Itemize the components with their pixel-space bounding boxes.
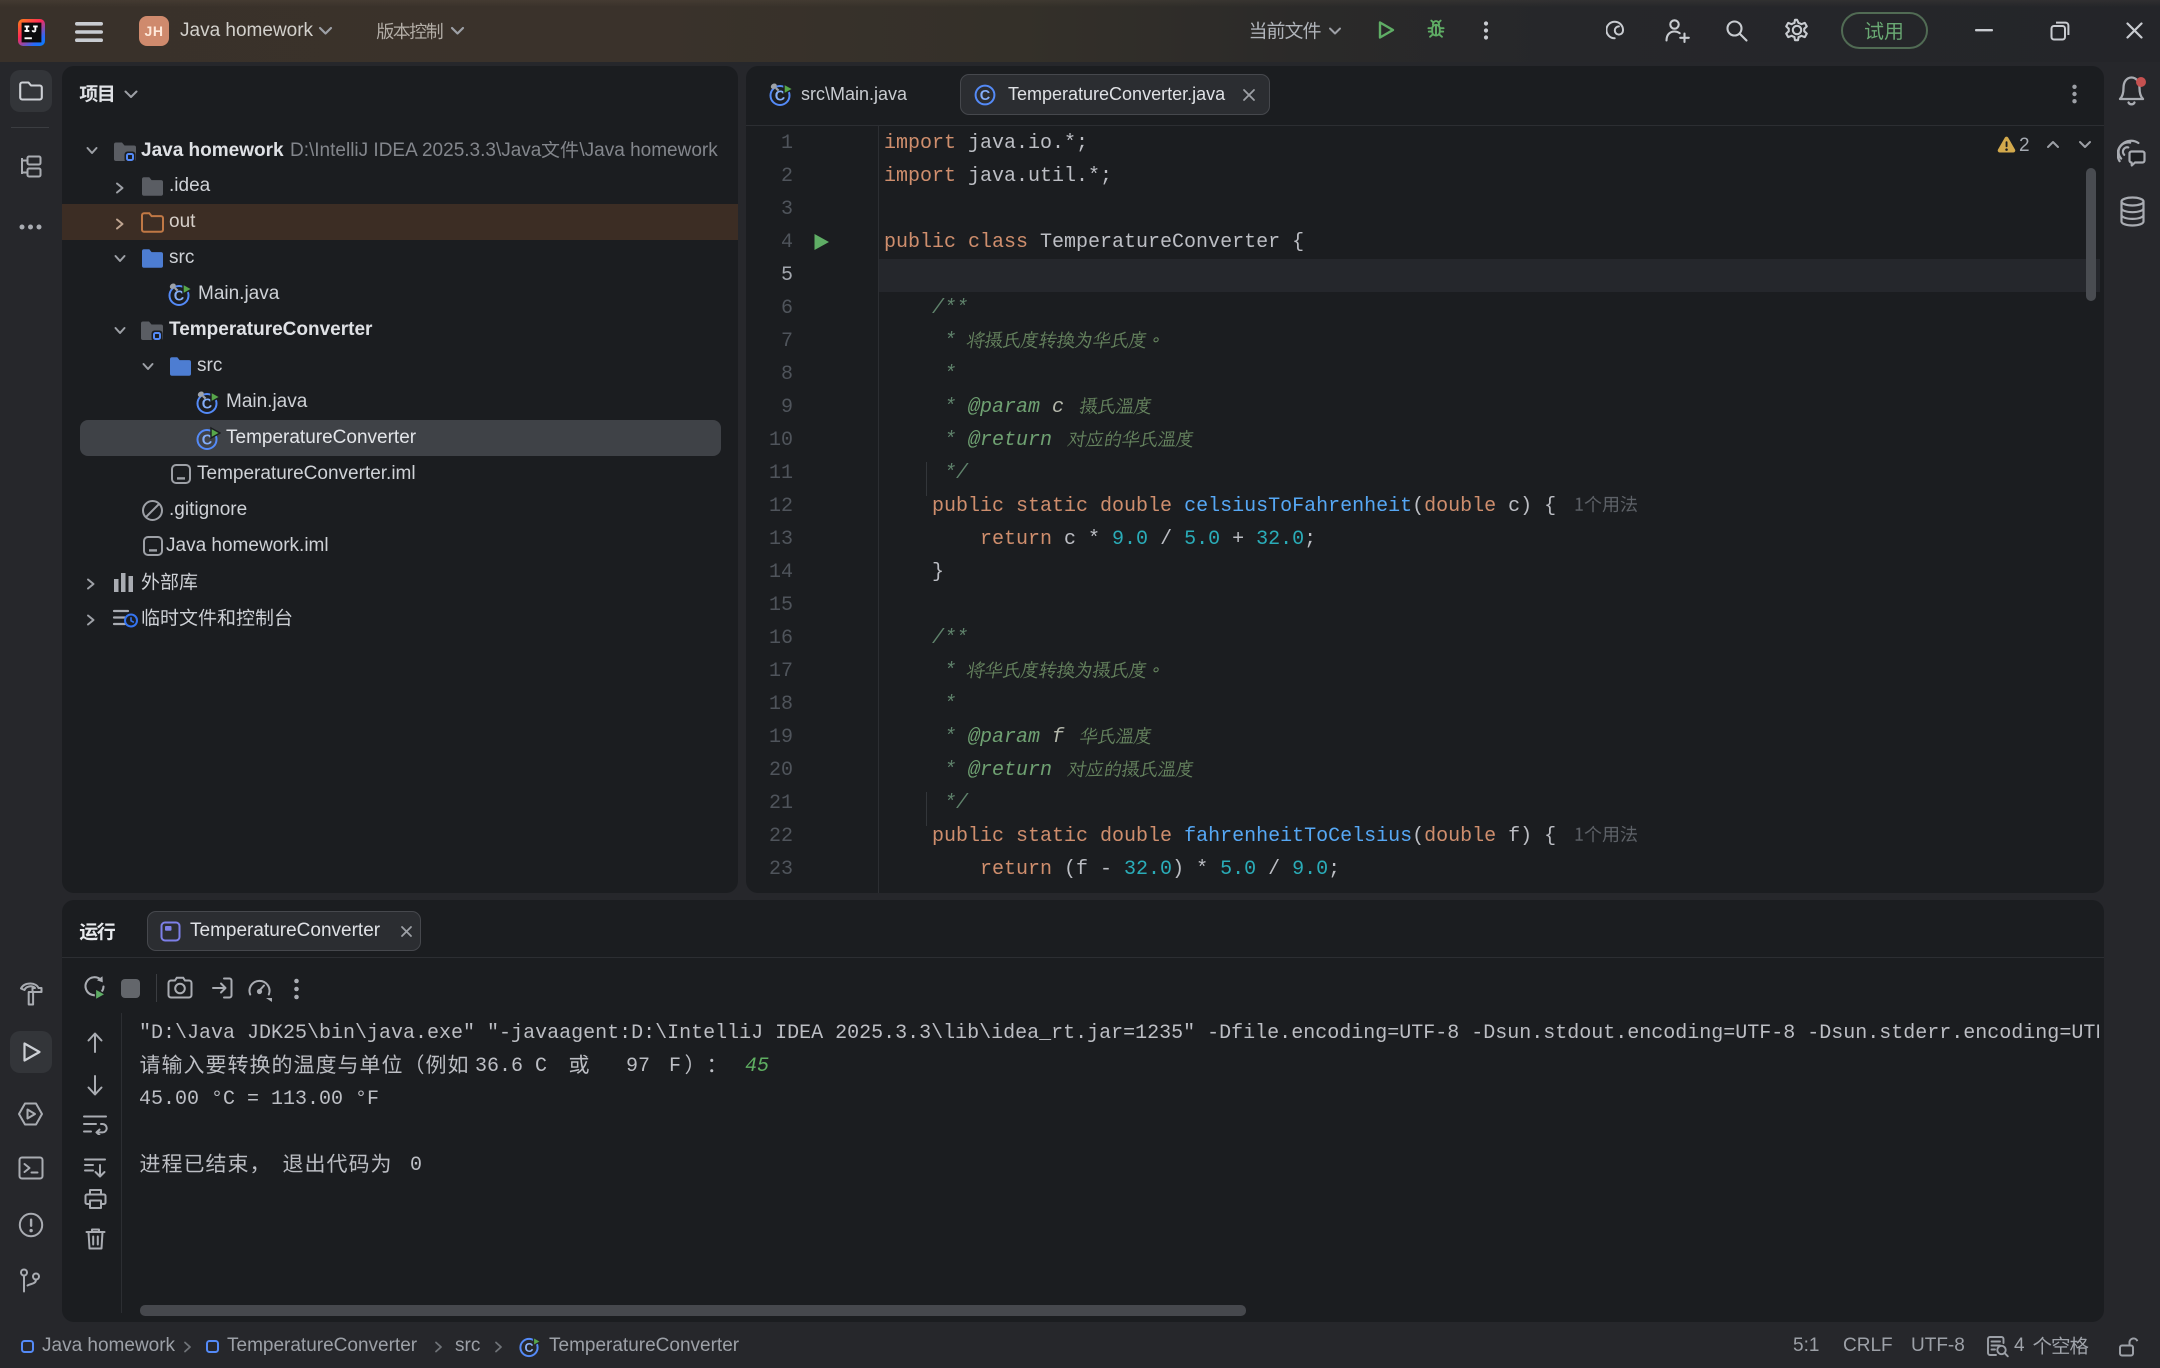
- svg-text:C: C: [524, 1341, 533, 1355]
- svg-text:C: C: [980, 88, 991, 104]
